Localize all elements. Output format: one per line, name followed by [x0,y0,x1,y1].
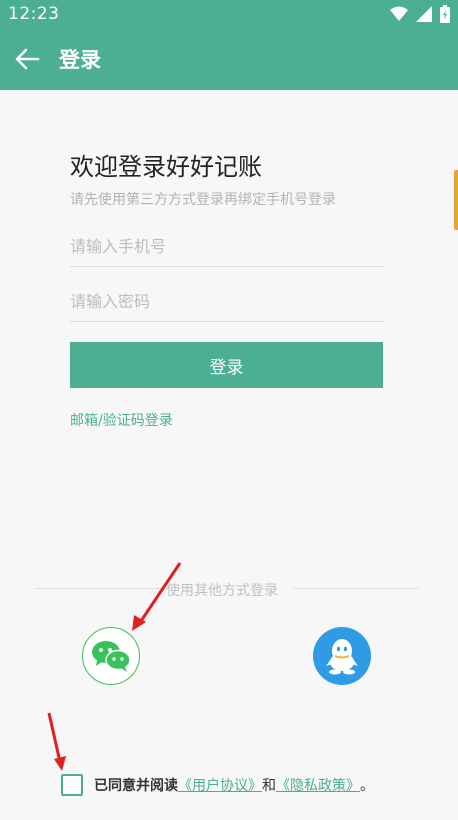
welcome-title: 欢迎登录好好记账 [70,153,262,181]
wechat-login-button[interactable] [82,627,140,685]
annotation-arrow-checkbox [47,712,66,771]
password-input[interactable] [70,282,383,322]
qq-icon [326,639,358,675]
back-button[interactable] [0,28,54,90]
annotation-arrow-wechat [132,562,182,631]
wifi-icon [390,6,408,21]
agreement-suffix: 。 [360,778,374,794]
divider-line-left [35,588,163,589]
status-icons [390,5,450,23]
app-bar: 登录 [0,28,458,90]
qq-login-button[interactable] [313,627,371,685]
privacy-policy-link[interactable]: 《隐私政策》 [276,775,360,795]
login-button[interactable]: 登录 [70,342,383,388]
agreement-row: 已同意并阅读 《用户协议》 和 《隐私政策》 。 [61,773,374,797]
arrow-left-icon [15,48,40,70]
phone-input[interactable] [70,227,383,267]
side-tab-indicator [454,170,458,230]
battery-icon [440,5,450,23]
agreement-prefix: 已同意并阅读 [94,778,178,794]
page-title: 登录 [59,48,101,72]
agreement-and: 和 [262,778,276,794]
signal-icon [416,6,432,22]
other-login-label: 使用其他方式登录 [166,583,278,599]
status-bar: 12:23 [0,0,458,28]
divider-line-right [293,588,419,589]
agreement-checkbox[interactable] [61,774,83,796]
status-time: 12:23 [8,4,60,24]
user-agreement-link[interactable]: 《用户协议》 [178,775,262,795]
welcome-subtitle: 请先使用第三方方式登录再绑定手机号登录 [70,192,336,208]
wechat-icon [92,641,131,672]
email-code-login-link[interactable]: 邮箱/验证码登录 [70,410,173,430]
